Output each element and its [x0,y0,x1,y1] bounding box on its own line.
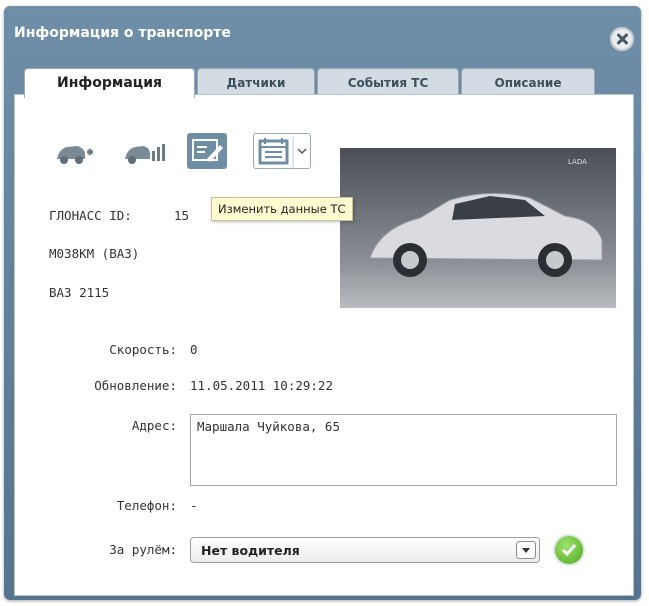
title-bar[interactable]: Информация о транспорте [4,6,641,60]
speed-label: Скорость: [109,342,177,357]
vehicle-model: ВАЗ 2115 [49,285,110,300]
car-stats-icon[interactable] [123,139,167,165]
tab-sensors[interactable]: Датчики [197,68,315,96]
calendar-icon [258,136,307,168]
photo-caption: LADA [568,158,587,166]
plate-number: М038КМ (ВАЗ) [49,246,140,261]
address-field[interactable]: Маршала Чуйкова, 65 [190,414,617,486]
check-icon [561,544,577,557]
phone-label: Телефон: [116,498,177,513]
close-icon[interactable] [610,27,634,51]
address-label: Адрес: [131,418,177,433]
chevron-down-icon[interactable] [516,541,536,559]
driver-select[interactable]: Нет водителя [190,537,540,563]
driver-select-value: Нет водителя [201,543,300,558]
updated-label: Обновление: [94,378,177,393]
calendar-dropdown[interactable] [253,133,311,169]
speed-value: 0 [190,342,198,357]
vehicle-photo: LADA [340,148,616,308]
tab-description[interactable]: Описание [461,68,595,96]
glonass-label: ГЛОНАСС ID: [49,208,132,223]
tab-info[interactable]: Информация [24,68,195,98]
confirm-button[interactable] [555,536,583,564]
tab-events[interactable]: События ТС [317,68,459,96]
vehicle-info-window: Информация о транспорте Информация Датчи… [4,6,641,600]
chevron-down-icon [297,148,307,155]
window-title: Информация о транспорте [14,25,231,41]
edit-vehicle-icon[interactable] [187,133,227,169]
tooltip: Изменить данные ТС [211,197,353,221]
car-add-icon[interactable] [55,139,95,165]
updated-value: 11.05.2011 10:29:22 [190,378,333,393]
glonass-value: 15 [174,208,190,223]
info-panel: Изменить данные ТС LADA ГЛОНАСС ID: 15 М… [14,94,634,596]
phone-value: - [190,498,198,513]
driver-label: За рулём: [109,542,177,557]
